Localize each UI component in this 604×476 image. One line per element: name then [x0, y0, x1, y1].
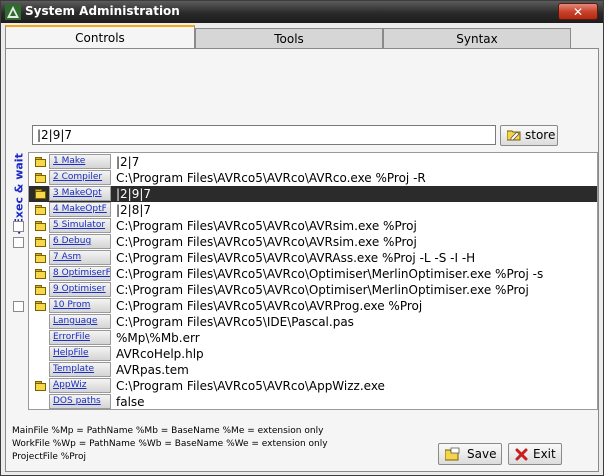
row-value[interactable]: false [116, 394, 145, 410]
row-button[interactable]: AppWiz [49, 378, 111, 393]
row-button[interactable]: HelpFile [49, 346, 111, 361]
list-item[interactable]: ErrorFile %Mp\%Mb.err [29, 330, 597, 346]
note-line: MainFile %Mp = PathName %Mb = BaseName %… [12, 426, 324, 436]
list-item[interactable]: 10 Prom C:\Program Files\AVRco5\AVRco\AV… [13, 298, 597, 314]
tab-tools[interactable]: Tools [195, 28, 383, 48]
folder-icon[interactable] [35, 189, 46, 199]
store-button[interactable]: store [500, 125, 558, 146]
row-button[interactable]: 8 OptimiserF [49, 266, 111, 281]
folder-edit-icon [507, 130, 521, 141]
row-value[interactable]: AVRcoHelp.hlp [116, 346, 204, 362]
close-button[interactable]: ✕ [558, 3, 598, 20]
row-value[interactable]: C:\Program Files\AVRco5\AVRco\AVRco.exe … [116, 170, 426, 186]
list-item[interactable]: 2 Compiler C:\Program Files\AVRco5\AVRco… [29, 170, 597, 186]
red-x-icon [515, 448, 528, 461]
row-button[interactable]: 6 Debug [49, 234, 111, 249]
folder-icon[interactable] [35, 173, 46, 183]
title-bar[interactable]: System Administration ✕ [1, 1, 603, 23]
exec-wait-label[interactable]: <Exec & wait [10, 153, 28, 235]
macro-notes: MainFile %Mp = PathName %Mb = BaseName %… [12, 425, 328, 464]
store-button-label: store [525, 128, 556, 142]
save-button[interactable]: Save [438, 443, 502, 465]
row-button[interactable]: Template [49, 362, 111, 377]
row-button[interactable]: 4 MakeOptF [49, 202, 111, 217]
list-item[interactable]: Template AVRpas.tem [29, 362, 597, 378]
list-item[interactable]: 6 Debug C:\Program Files\AVRco5\AVRco\AV… [13, 234, 597, 250]
folder-icon[interactable] [35, 269, 46, 279]
row-value[interactable]: C:\Program Files\AVRco5\AVRco\Optimiser\… [116, 282, 529, 298]
exit-button[interactable]: Exit [508, 443, 562, 465]
tab-bar: Controls Tools Syntax [5, 25, 599, 49]
list-item[interactable]: 5 Simulator C:\Program Files\AVRco5\AVRc… [13, 218, 597, 234]
folder-icon[interactable] [35, 381, 46, 391]
row-button[interactable]: 1 Make [49, 154, 111, 169]
row-checkbox[interactable] [13, 301, 24, 312]
row-button[interactable]: 2 Compiler [49, 170, 111, 185]
row-checkbox[interactable] [13, 237, 24, 248]
folder-icon[interactable] [35, 237, 46, 247]
folder-icon[interactable] [35, 221, 46, 231]
row-value[interactable]: C:\Program Files\AVRco5\AVRco\AVRAss.exe… [116, 250, 475, 266]
row-value[interactable]: AVRpas.tem [116, 362, 189, 378]
app-icon [5, 4, 21, 20]
row-value[interactable]: C:\Program Files\AVRco5\AVRco\Optimiser\… [116, 266, 543, 282]
row-value[interactable]: C:\Program Files\AVRco5\AVRco\AVRProg.ex… [116, 298, 422, 314]
list-item[interactable]: 1 Make |2|7 [29, 154, 597, 170]
list-item[interactable]: DOS paths false [29, 394, 597, 410]
row-button[interactable]: Language [49, 314, 111, 329]
row-button[interactable]: 9 Optimiser [49, 282, 111, 297]
row-checkbox[interactable] [13, 221, 24, 232]
row-value[interactable]: C:\Program Files\AVRco5\AVRco\AppWizz.ex… [116, 378, 385, 394]
list-item[interactable]: AppWiz C:\Program Files\AVRco5\AVRco\App… [29, 378, 597, 394]
tab-controls[interactable]: Controls [5, 25, 195, 49]
list-item[interactable]: HelpFile AVRcoHelp.hlp [29, 346, 597, 362]
folder-save-icon [445, 447, 460, 461]
exit-button-label: Exit [533, 447, 556, 461]
list-item[interactable]: 4 MakeOptF |2|8|7 [29, 202, 597, 218]
row-button[interactable]: 3 MakeOpt [49, 186, 111, 201]
row-button[interactable]: 10 Prom [49, 298, 111, 313]
row-value[interactable]: %Mp\%Mb.err [116, 330, 200, 346]
note-line: ProjectFile %Proj [12, 452, 87, 462]
folder-icon[interactable] [35, 205, 46, 215]
tab-syntax[interactable]: Syntax [383, 28, 571, 48]
folder-icon[interactable] [35, 285, 46, 295]
row-value[interactable]: |2|7 [116, 154, 139, 170]
main-window: System Administration ✕ Controls Tools S… [0, 0, 604, 476]
row-button[interactable]: 5 Simulator [49, 218, 111, 233]
list-item[interactable]: 7 Asm C:\Program Files\AVRco5\AVRco\AVRA… [29, 250, 597, 266]
list-item[interactable]: 8 OptimiserF C:\Program Files\AVRco5\AVR… [29, 266, 597, 282]
list-item[interactable]: 9 Optimiser C:\Program Files\AVRco5\AVRc… [29, 282, 597, 298]
row-button[interactable]: ErrorFile [49, 330, 111, 345]
controls-panel: <Exec & wait |2|9|7 store 1 Make |2|7 2 … [5, 48, 599, 472]
list-item-selected[interactable]: 3 MakeOpt |2|9|7 [29, 186, 597, 202]
note-line: WorkFile %Wp = PathName %Wb = BaseName %… [12, 439, 328, 449]
row-value[interactable]: C:\Program Files\AVRco5\AVRco\AVRsim.exe… [116, 218, 417, 234]
folder-icon[interactable] [35, 301, 46, 311]
row-value[interactable]: C:\Program Files\AVRco5\IDE\Pascal.pas [116, 314, 354, 330]
command-input[interactable]: |2|9|7 [32, 125, 496, 145]
save-button-label: Save [467, 447, 497, 461]
list-item[interactable]: Language C:\Program Files\AVRco5\IDE\Pas… [29, 314, 597, 330]
row-value[interactable]: C:\Program Files\AVRco5\AVRco\AVRsim.exe… [116, 234, 417, 250]
row-button[interactable]: 7 Asm [49, 250, 111, 265]
close-icon: ✕ [572, 5, 584, 19]
row-value[interactable]: |2|9|7 [116, 186, 151, 202]
command-list: 1 Make |2|7 2 Compiler C:\Program Files\… [13, 152, 598, 410]
folder-icon[interactable] [35, 157, 46, 167]
folder-icon[interactable] [35, 253, 46, 263]
window-title: System Administration [25, 4, 180, 18]
row-button[interactable]: DOS paths [49, 394, 111, 409]
row-value[interactable]: |2|8|7 [116, 202, 151, 218]
